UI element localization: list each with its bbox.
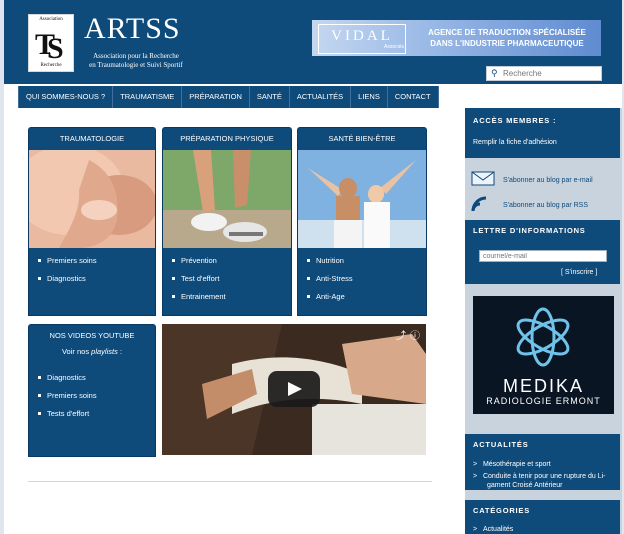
news-item-label: Conduite à tenir pour une rupture du Li-	[482, 473, 606, 480]
site-subtitle: Association pour la Recherche en Traumat…	[78, 52, 194, 70]
logo-top-text: Association	[39, 17, 63, 22]
main-nav: QUI SOMMES-NOUS ? TRAUMATISME PRÉPARATIO…	[18, 86, 439, 108]
newsletter-title: LETTRE D'INFORMATIONS	[465, 220, 620, 242]
box-title[interactable]: SANTÉ BIEN-ÊTRE	[298, 128, 426, 150]
youtube-list: Diagnostics Premiers soins Tests d'effor…	[35, 369, 97, 423]
box-title[interactable]: TRAUMATOLOGIE	[29, 128, 155, 150]
sidebar: ACCÈS MEMBRES : Remplir la fiche d'adhés…	[465, 108, 622, 534]
vidal-banner[interactable]: VIDAL Associés AGENCE DE TRADUCTION SPÉC…	[312, 20, 601, 56]
nav-item-liens[interactable]: LIENS	[351, 86, 388, 108]
massage-photo[interactable]	[29, 150, 155, 248]
news-item-mesotherapie[interactable]: > Mésothérapie et sport	[473, 461, 551, 468]
categories-title: CATÉGORIES	[465, 500, 620, 522]
nav-item-sante[interactable]: SANTÉ	[249, 86, 290, 108]
news-item-conduite-cont[interactable]: gament Croisé Antérieur	[487, 482, 562, 489]
beach-couple-photo[interactable]	[298, 150, 426, 248]
youtube-sub-suffix: :	[117, 347, 123, 356]
medika-subtitle: RADIOLOGIE ERMONT	[486, 396, 601, 406]
list-item[interactable]: Premiers soins	[35, 252, 97, 270]
youtube-subtitle: Voir nos playlists :	[29, 347, 155, 356]
share-icon[interactable]: ⤴	[396, 327, 406, 342]
list-item[interactable]: Nutrition	[304, 252, 353, 270]
box-youtube: NOS VIDEOS YOUTUBE Voir nos playlists : …	[28, 324, 156, 457]
content-divider	[28, 481, 432, 482]
youtube-sub-prefix: Voir nos	[61, 347, 92, 356]
site-subtitle-line: Association pour la Recherche	[93, 52, 179, 60]
banner-line: DANS L'INDUSTRIE PHARMACEUTIQUE	[430, 39, 584, 48]
list-item[interactable]: Entrainement	[169, 288, 226, 306]
running-photo[interactable]	[163, 150, 291, 248]
list-item[interactable]: Prévention	[169, 252, 226, 270]
nav-item-preparation[interactable]: PRÉPARATION	[182, 86, 250, 108]
banner-text: AGENCE DE TRADUCTION SPÉCIALISÉE DANS L'…	[416, 27, 598, 49]
sante-list: Nutrition Anti-Stress Anti-Age	[304, 252, 353, 306]
news-item-conduite[interactable]: > Conduite à tenir pour une rupture du L…	[473, 473, 606, 480]
subscribe-button[interactable]: [ S'inscrire ]	[561, 269, 597, 276]
site-logo[interactable]: Association T S Recherche	[28, 14, 74, 72]
traumatologie-list: Premiers soins Diagnostics	[35, 252, 97, 288]
list-item[interactable]: Anti-Age	[304, 288, 353, 306]
news-item-label: Mésothérapie et sport	[482, 461, 551, 468]
box-traumatologie: TRAUMATOLOGIE Premiers soins Diagnostics	[28, 127, 156, 316]
medika-name: MEDIKA	[502, 376, 584, 396]
nav-item-actualites[interactable]: ACTUALITÉS	[289, 86, 352, 108]
rss-icon[interactable]	[471, 196, 495, 212]
list-item[interactable]: Test d'effort	[169, 270, 226, 288]
youtube-title[interactable]: NOS VIDEOS YOUTUBE	[29, 325, 155, 347]
members-title: ACCÈS MEMBRES :	[465, 110, 620, 132]
play-button[interactable]	[268, 371, 320, 407]
list-item[interactable]: Diagnostics	[35, 369, 97, 387]
search-box: ⚲	[486, 66, 602, 81]
list-item[interactable]: Anti-Stress	[304, 270, 353, 288]
subscribe-rss-link[interactable]: S'abonner au blog par RSS	[503, 202, 588, 209]
membership-form-link[interactable]: Remplir la fiche d'adhésion	[473, 139, 557, 146]
box-title[interactable]: PRÉPARATION PHYSIQUE	[163, 128, 291, 150]
banner-line: AGENCE DE TRADUCTION SPÉCIALISÉE	[428, 28, 586, 37]
box-sante-bien-etre: SANTÉ BIEN-ÊTRE Nutrition Anti-Stress An…	[297, 127, 427, 316]
site-subtitle-line: en Traumatologie et Suivi Sportif	[89, 61, 183, 69]
info-icon[interactable]: ⓘ	[410, 327, 420, 342]
medika-ad[interactable]: MEDIKA RADIOLOGIE ERMONT	[473, 296, 614, 414]
logo-bottom-text: Recherche	[40, 63, 62, 68]
preparation-list: Prévention Test d'effort Entrainement	[169, 252, 226, 306]
list-item[interactable]: Premiers soins	[35, 387, 97, 405]
svg-text:S: S	[47, 32, 64, 62]
nav-item-qui-sommes-nous[interactable]: QUI SOMMES-NOUS ?	[18, 86, 114, 108]
list-item[interactable]: Tests d'effort	[35, 405, 97, 423]
site-header: Association T S Recherche ARTSS Associat…	[4, 0, 622, 84]
email-field[interactable]	[479, 250, 607, 262]
video-player[interactable]: ⤴ ⓘ	[162, 324, 426, 455]
news-title: ACTUALITÉS	[465, 434, 620, 456]
logo-emblem-icon: T S	[35, 28, 64, 62]
vidal-associes: Associés	[384, 44, 405, 50]
page-frame: Association T S Recherche ARTSS Associat…	[4, 0, 622, 534]
playlists-link[interactable]: playlists	[91, 347, 118, 356]
nav-item-contact[interactable]: CONTACT	[387, 86, 439, 108]
email-subscribe-icon[interactable]	[471, 170, 495, 186]
list-item[interactable]: Diagnostics	[35, 270, 97, 288]
box-preparation-physique: PRÉPARATION PHYSIQUE Prévention Test d'e…	[162, 127, 292, 316]
category-actualites[interactable]: > Actualités	[473, 526, 513, 533]
search-icon[interactable]: ⚲	[491, 68, 498, 79]
category-label: Actualités	[482, 526, 514, 533]
nav-item-traumatisme[interactable]: TRAUMATISME	[113, 86, 183, 108]
subscribe-email-link[interactable]: S'abonner au blog par e-mail	[503, 177, 593, 184]
site-title[interactable]: ARTSS	[84, 12, 181, 46]
search-input[interactable]	[503, 67, 597, 80]
medika-logo-icon	[516, 307, 570, 367]
